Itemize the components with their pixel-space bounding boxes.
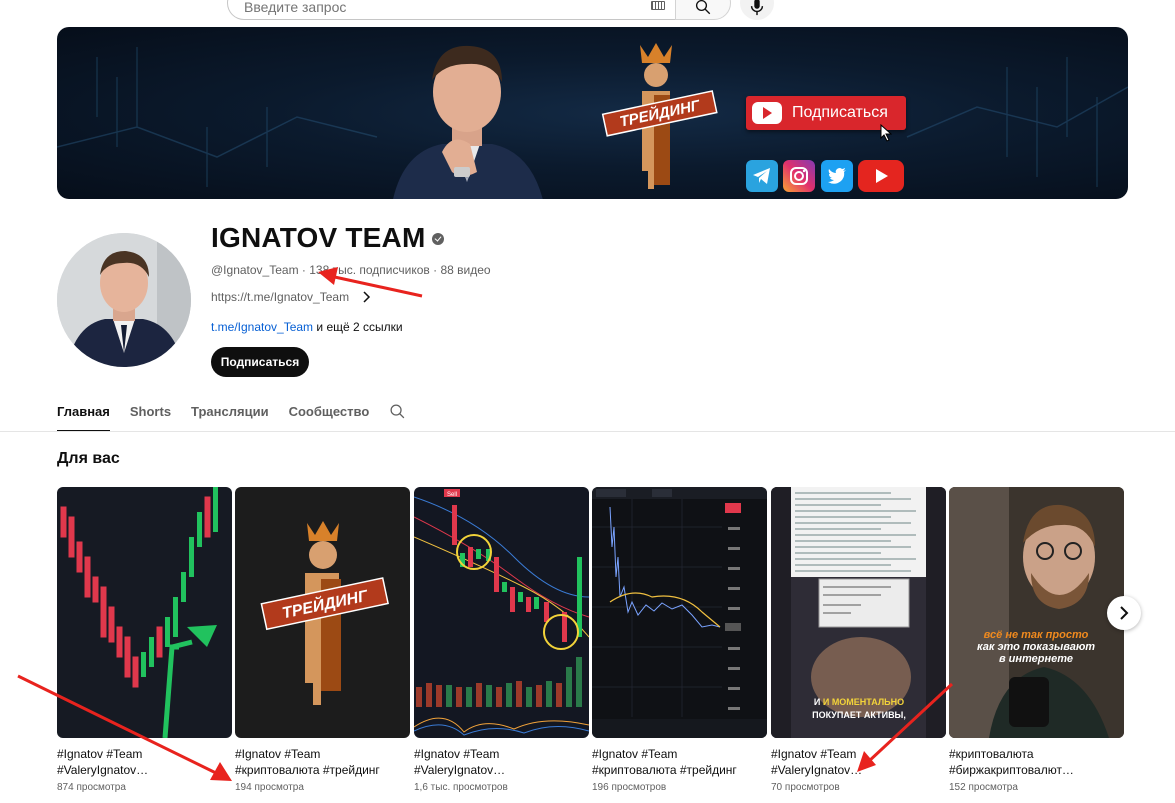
channel-banner: ТРЕЙДИНГ Подписаться [57,27,1128,199]
podcast-person-image: всё не так просто как это показывают в и… [949,487,1124,738]
short-title[interactable]: #Ignatov #Team #криптовалюта #трейдинг [592,746,762,778]
candlestick-chart-image [60,487,218,738]
search-input[interactable] [244,0,624,15]
screen-recording-image: И И МОМЕНТАЛЬНО ПОКУПАЕТ АКТИВЫ, [771,487,946,738]
tab-community[interactable]: Сообщество [289,402,370,432]
short-views: 152 просмотра [949,782,1018,793]
short-thumbnail[interactable]: Sell [414,487,589,738]
short-card[interactable]: Sell #Ignatov #Team #ValeryIgnatov… 1,6 … [414,487,589,793]
channel-links: t.me/Ignatov_Team и ещё 2 ссылки [211,320,403,334]
channel-title: IGNATOV TEAM [211,222,445,254]
telegram-icon[interactable] [746,160,778,192]
short-card[interactable]: #Ignatov #Team #криптовалюта #трейдинг 1… [592,487,767,793]
short-views: 874 просмотра [57,782,126,793]
channel-avatar[interactable] [57,233,191,367]
short-title[interactable]: #Ignatov #Team #ValeryIgnatov… [771,746,941,778]
short-card[interactable]: всё не так просто как это показывают в и… [949,487,1124,793]
caption-line-2: ПОКУПАЕТ АКТИВЫ, [812,710,906,720]
banner-person-image [393,45,543,199]
caption-line-3: в интернете [999,653,1073,665]
avatar-person-image [57,233,191,367]
banner-trading-logo: ТРЕЙДИНГ [601,43,718,189]
sell-badge: Sell [447,492,457,498]
caption-line-1: всё не так просто [984,629,1089,641]
tab-shorts[interactable]: Shorts [130,402,171,432]
shelf-next-button[interactable] [1107,596,1141,630]
twitter-icon[interactable] [821,160,853,192]
description-text: https://t.me/Ignatov_Team [211,290,350,304]
tab-home[interactable]: Главная [57,402,110,432]
short-title[interactable]: #Ignatov #Team #ValeryIgnatov… [57,746,227,778]
tabs-divider [0,431,1175,432]
short-title[interactable]: #криптовалюта #биржакриптовалют… [949,746,1119,778]
subscribe-button[interactable]: Подписаться [211,347,309,377]
svg-text:И И МОМЕНТАЛЬНО: И И МОМЕНТАЛЬНО [814,697,904,707]
search-icon [695,0,711,15]
channel-meta: @Ignatov_Team · 138 тыс. подписчиков · 8… [211,263,491,277]
short-thumbnail[interactable]: ТРЕЙДИНГ [235,487,410,738]
video-count: 88 видео [440,263,491,277]
crypto-chart-image [592,487,767,738]
short-views: 1,6 тыс. просмотров [414,782,508,793]
cursor-icon [880,124,892,142]
channel-description[interactable]: https://t.me/Ignatov_Team [211,290,371,304]
short-thumbnail[interactable]: И И МОМЕНТАЛЬНО ПОКУПАЕТ АКТИВЫ, [771,487,946,738]
short-title[interactable]: #Ignatov #Team #ValeryIgnatov… [414,746,584,778]
instagram-icon[interactable] [783,160,815,192]
subscriber-count: 138 тыс. подписчиков [309,263,430,277]
youtube-icon[interactable] [858,160,904,192]
tab-live[interactable]: Трансляции [191,402,269,432]
channel-link[interactable]: t.me/Ignatov_Team [211,320,313,334]
banner-subscribe-label: Подписаться [792,104,888,121]
short-card[interactable]: И И МОМЕНТАЛЬНО ПОКУПАЕТ АКТИВЫ, #Ignato… [771,487,946,793]
mic-icon [750,0,764,16]
short-card[interactable]: #Ignatov #Team #ValeryIgnatov… 874 просм… [57,487,232,793]
short-views: 196 просмотров [592,782,667,793]
tab-search-icon[interactable] [389,403,406,420]
voice-search-button[interactable] [740,0,774,20]
caption-line-2: как это показывают [977,641,1095,653]
short-title[interactable]: #Ignatov #Team #криптовалюта #трейдинг [235,746,405,778]
keyboard-icon[interactable] [651,1,665,10]
chevron-right-icon [363,291,371,303]
trading-logo-image: ТРЕЙДИНГ [260,521,389,705]
section-title: Для вас [57,450,120,467]
channel-handle: @Ignatov_Team [211,263,299,277]
caption-line-1: И МОМЕНТАЛЬНО [823,697,904,707]
short-views: 194 просмотра [235,782,304,793]
short-thumbnail[interactable] [57,487,232,738]
channel-tabs: Главная Shorts Трансляции Сообщество [57,402,389,432]
short-thumbnail[interactable]: всё не так просто как это показывают в и… [949,487,1124,738]
meta-separator: · [301,263,306,277]
search-box[interactable] [227,0,675,20]
search-button[interactable] [675,0,731,20]
verified-icon [432,233,445,245]
short-views: 70 просмотров [771,782,840,793]
chevron-right-icon [1120,606,1129,620]
meta-separator: · [433,263,438,277]
youtube-play-icon [752,102,782,124]
short-thumbnail[interactable] [592,487,767,738]
channel-name: IGNATOV TEAM [211,222,426,253]
price-chart-image: Sell [414,489,589,736]
short-card[interactable]: ТРЕЙДИНГ #Ignatov #Team #криптовалюта #т… [235,487,410,793]
more-links[interactable]: и ещё 2 ссылки [316,320,402,334]
